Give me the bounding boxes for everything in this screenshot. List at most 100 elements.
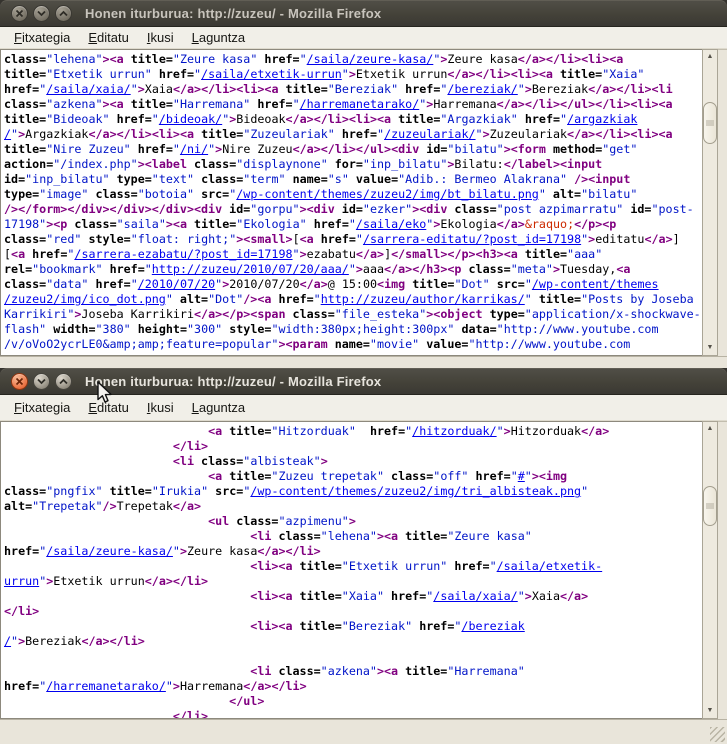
source-link[interactable]: / (4, 634, 11, 648)
source-link[interactable]: /harremanetarako/ (46, 679, 166, 693)
window-right-border (718, 421, 727, 719)
scroll-down-arrow-icon[interactable]: ▼ (703, 704, 717, 718)
minimize-button[interactable] (33, 373, 50, 390)
source-link[interactable]: /saila/xaia/ (433, 589, 517, 603)
titlebar[interactable]: Honen iturburua: http://zuzeu/ - Mozilla… (0, 368, 727, 395)
source-link[interactable]: /hitzorduak/ (412, 424, 496, 438)
source-token: Karrikiri" (4, 307, 74, 321)
menu-editatu[interactable]: Editatu (79, 399, 137, 416)
source-token: ><small> (236, 232, 292, 246)
source-view[interactable]: class="lehena"><a title="Zeure kasa" hre… (0, 49, 702, 356)
source-token: " (173, 544, 180, 558)
scrollbar-track[interactable] (703, 64, 717, 341)
source-token: "Zuzeu trepetak" (271, 469, 391, 483)
source-link[interactable]: / (4, 127, 11, 141)
source-window-top: Honen iturburua: http://zuzeu/ - Mozilla… (0, 0, 727, 368)
source-token: </ul> (229, 694, 264, 708)
source-link[interactable]: /wp-content/themes/zuzeu2/img/tri_albist… (250, 484, 581, 498)
source-token: id= (426, 142, 447, 156)
source-token: title= (405, 529, 447, 543)
source-link[interactable]: /ni/ (180, 142, 208, 156)
source-link[interactable]: /harremanetarako/ (300, 97, 420, 111)
source-link[interactable]: /saila/eko (356, 217, 426, 231)
source-token: href= (4, 544, 39, 558)
source-token: " (560, 112, 567, 126)
source-token: <img (377, 277, 412, 291)
scrollbar-track[interactable] (703, 436, 717, 704)
maximize-button[interactable] (55, 373, 72, 390)
titlebar[interactable]: Honen iturburua: http://zuzeu/ - Mozilla… (0, 0, 727, 27)
vertical-scrollbar[interactable]: ▲ ▼ (702, 49, 718, 356)
source-token: href= (314, 217, 349, 231)
menu-ikusi[interactable]: Ikusi (138, 399, 183, 416)
source-token: "azkena" (46, 97, 102, 111)
source-token: "off" (433, 469, 475, 483)
menu-fitxategia[interactable]: Fitxategia (5, 29, 79, 46)
source-link[interactable]: /wp-content/themes (532, 277, 659, 291)
scrollbar-thumb[interactable] (703, 486, 717, 526)
menu-laguntza[interactable]: Laguntza (183, 399, 255, 416)
maximize-button[interactable] (55, 5, 72, 22)
source-token: " (476, 127, 483, 141)
source-link[interactable]: # (518, 469, 525, 483)
source-token: width= (53, 322, 95, 336)
source-link[interactable]: /saila/zeure-kasa/ (46, 544, 173, 558)
source-token: " (293, 247, 300, 261)
source-link[interactable]: /saila/etxetik- (497, 559, 603, 573)
source-link[interactable]: /saila/zeure-kasa/ (307, 52, 434, 66)
source-link[interactable]: /zuzeulariak/ (384, 127, 475, 141)
source-token: </a></li> (145, 574, 208, 588)
source-line (4, 649, 702, 664)
scroll-up-arrow-icon[interactable]: ▲ (703, 422, 717, 436)
source-token: > (504, 424, 511, 438)
source-link[interactable]: /argazkiak (567, 112, 637, 126)
source-token: Xaia (532, 589, 560, 603)
source-token: </a> (356, 247, 384, 261)
source-link[interactable]: /wp-content/themes/zuzeu2/img/bt_bilatu.… (236, 187, 539, 201)
resize-grip[interactable] (710, 727, 725, 742)
vertical-scrollbar[interactable]: ▲ ▼ (702, 421, 718, 719)
source-token: " (166, 679, 173, 693)
source-token: href= (110, 262, 145, 276)
menu-editatu[interactable]: Editatu (79, 29, 137, 46)
source-link[interactable]: /sarrera-editatu/?post_id=17198 (363, 232, 581, 246)
source-line: <li><a title="Xaia" href="/saila/xaia/">… (4, 589, 702, 604)
source-link[interactable]: /bideoak/ (159, 112, 222, 126)
scroll-down-arrow-icon[interactable]: ▼ (703, 341, 717, 355)
source-view[interactable]: <a title="Hitzorduak" href="/hitzorduak/… (0, 421, 702, 719)
source-token: "inp_bilatu" (25, 172, 116, 186)
source-line: <li class="albisteak"> (4, 454, 702, 469)
source-token: > (321, 454, 328, 468)
source-token (4, 559, 250, 573)
source-token: title= (110, 484, 152, 498)
source-link[interactable]: /sarrera-ezabatu/?post_id=17198 (74, 247, 292, 261)
source-link[interactable]: /2010/07/20 (138, 277, 215, 291)
source-token: class= (391, 469, 433, 483)
source-token: "http://www.youtube.com (468, 337, 630, 351)
scroll-up-arrow-icon[interactable]: ▲ (703, 50, 717, 64)
minimize-button[interactable] (33, 5, 50, 22)
menu-fitxategia[interactable]: Fitxategia (5, 399, 79, 416)
source-link[interactable]: /bereziak/ (447, 82, 517, 96)
menu-ikusi[interactable]: Ikusi (138, 29, 183, 46)
scrollbar-thumb[interactable] (703, 102, 717, 144)
source-token: " (377, 127, 384, 141)
source-token: </label><input (504, 157, 603, 171)
menu-laguntza[interactable]: Laguntza (183, 29, 255, 46)
source-token: href= (419, 619, 454, 633)
source-link[interactable]: /bereziak (461, 619, 524, 633)
source-link[interactable]: /saila/etxetik-urrun (201, 67, 342, 81)
source-line: type="image" class="botoia" src="/wp-con… (4, 187, 702, 202)
source-token: Zeure kasa (447, 52, 517, 66)
source-token: "Argazkiak" (440, 112, 524, 126)
source-token: "botoia" (138, 187, 201, 201)
source-link[interactable]: /saila/xaia/ (46, 82, 130, 96)
close-button[interactable] (11, 373, 28, 390)
source-link[interactable]: /zuzeu2/img/ico_dot.png (4, 292, 166, 306)
source-link[interactable]: http://zuzeu/2010/07/20/aaa/ (152, 262, 349, 276)
source-token: ><div (300, 202, 342, 216)
source-link[interactable]: urrun (4, 574, 39, 588)
source-token: "Zeure kasa" (173, 52, 264, 66)
source-link[interactable]: http://zuzeu/author/karrikas/ (321, 292, 525, 306)
close-button[interactable] (11, 5, 28, 22)
